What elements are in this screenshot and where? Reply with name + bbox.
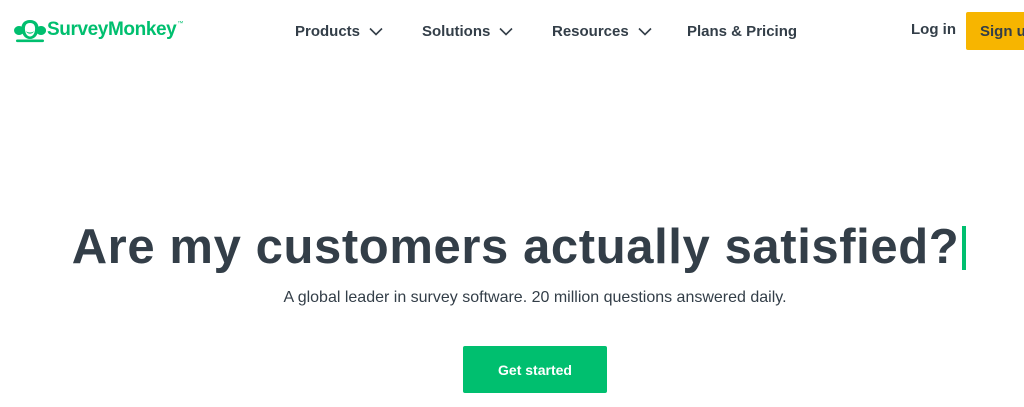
get-started-button[interactable]: Get started — [463, 346, 607, 393]
login-link[interactable]: Log in — [911, 21, 956, 38]
nav-solutions-label: Solutions — [422, 22, 491, 40]
chevron-down-icon — [369, 27, 383, 36]
logo-text: SurveyMonkey — [47, 19, 177, 40]
nav-products[interactable]: Products — [295, 19, 383, 43]
nav-resources[interactable]: Resources — [552, 19, 652, 43]
hero-headline-text: Are my customers actually satisfied? — [71, 220, 960, 274]
nav-plans-pricing-label: Plans & Pricing — [687, 22, 798, 40]
signup-button[interactable]: Sign up — [966, 12, 1024, 50]
site-header: SurveyMonkey ™ Products Solutions Resour… — [0, 0, 1024, 62]
logo-link[interactable]: SurveyMonkey ™ — [14, 15, 183, 45]
surveymonkey-logo-icon — [14, 20, 46, 43]
nav-products-label: Products — [295, 22, 361, 40]
typing-caret — [962, 226, 967, 270]
chevron-down-icon — [499, 27, 513, 36]
hero-headline: Are my customers actually satisfied? — [0, 219, 1024, 275]
nav-plans-pricing[interactable]: Plans & Pricing — [687, 19, 797, 43]
chevron-down-icon — [638, 27, 652, 36]
nav-solutions[interactable]: Solutions — [422, 19, 513, 43]
signup-label: Sign up — [980, 22, 1024, 40]
hero-subheadline: A global leader in survey software. 20 m… — [283, 289, 787, 306]
get-started-label: Get started — [498, 361, 572, 378]
page: SurveyMonkey ™ Products Solutions Resour… — [0, 0, 1024, 407]
nav-resources-label: Resources — [552, 22, 629, 40]
logo-trademark: ™ — [177, 21, 184, 27]
